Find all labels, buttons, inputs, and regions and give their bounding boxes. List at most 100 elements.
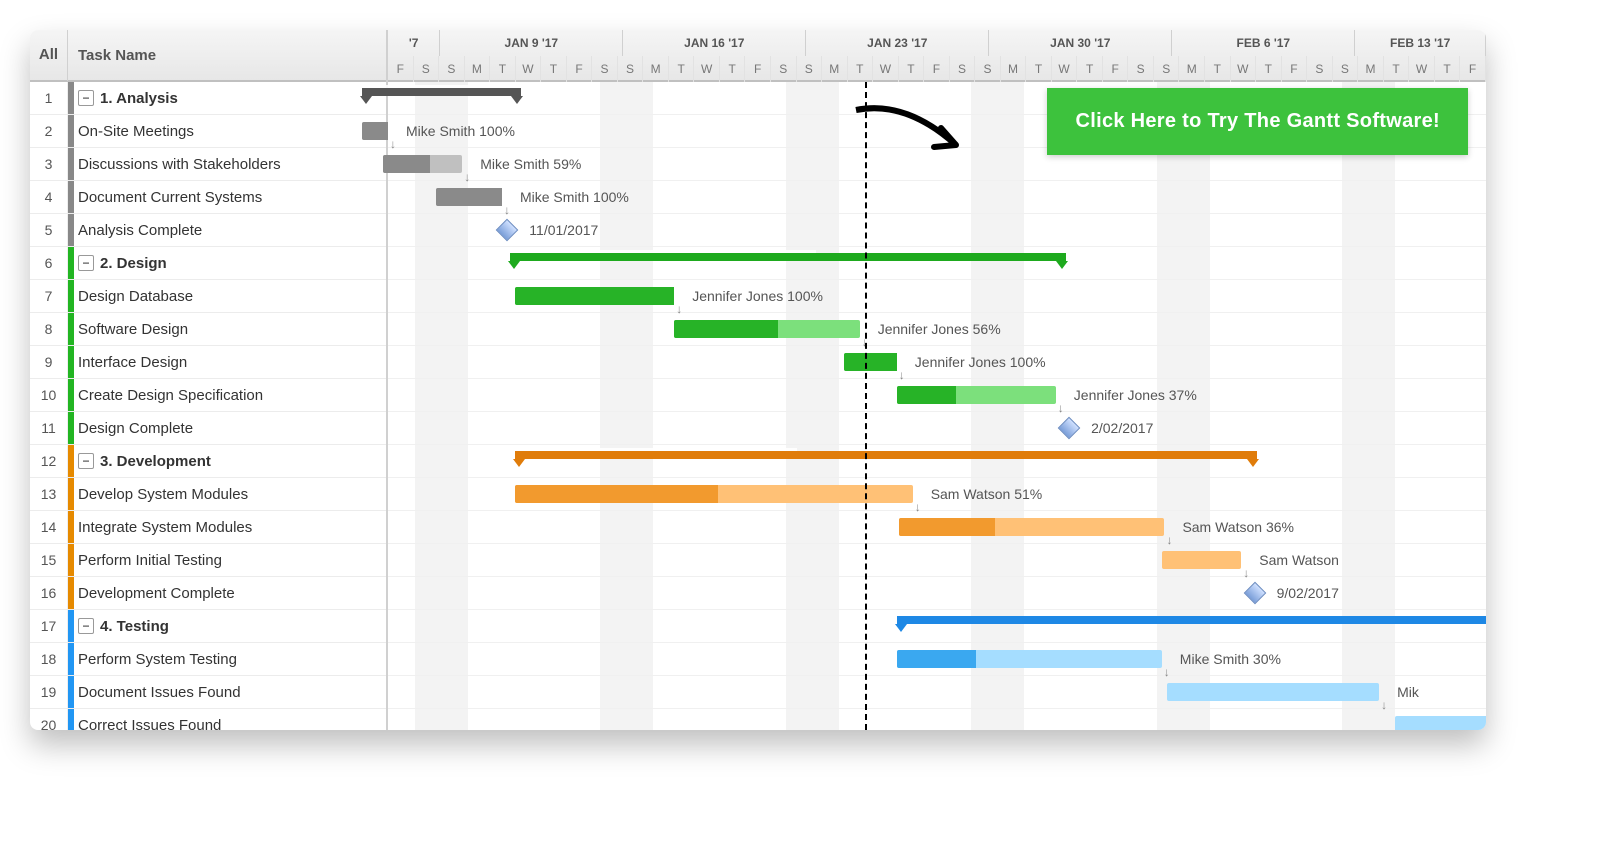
timeline-pane[interactable]: '7JAN 9 '17JAN 16 '17JAN 23 '17JAN 30 '1… (388, 30, 1486, 730)
collapse-toggle-icon[interactable]: − (78, 255, 94, 271)
summary-bar[interactable] (510, 253, 1067, 265)
day-header[interactable]: W (1409, 56, 1435, 82)
summary-bar[interactable] (897, 616, 1486, 628)
day-header[interactable]: S (950, 56, 976, 82)
milestone-diamond-icon[interactable] (1058, 417, 1081, 440)
day-header[interactable]: S (414, 56, 440, 82)
week-header[interactable]: '7 (388, 30, 440, 56)
day-header[interactable]: T (1435, 56, 1461, 82)
day-header[interactable]: T (1384, 56, 1410, 82)
milestone-diamond-icon[interactable] (496, 219, 519, 242)
week-header[interactable]: JAN 23 '17 (806, 30, 989, 56)
day-header[interactable]: S (975, 56, 1001, 82)
gantt-row[interactable] (388, 247, 1486, 280)
column-header-all[interactable]: All (30, 30, 68, 81)
day-header[interactable]: W (1052, 56, 1078, 82)
task-bar[interactable] (897, 650, 1162, 668)
day-header[interactable]: T (669, 56, 695, 82)
gantt-row[interactable]: ↓Jennifer Jones 100% (388, 280, 1486, 313)
task-row[interactable]: 7Design Database (30, 280, 386, 313)
day-header[interactable]: S (1333, 56, 1359, 82)
gantt-row[interactable]: ↓ (388, 709, 1486, 730)
week-header[interactable]: JAN 9 '17 (440, 30, 623, 56)
task-row[interactable]: 9Interface Design (30, 346, 386, 379)
task-row[interactable]: 2On-Site Meetings (30, 115, 386, 148)
task-bar[interactable] (515, 485, 913, 503)
day-header[interactable]: S (771, 56, 797, 82)
gantt-row[interactable]: ↓Sam Watson (388, 544, 1486, 577)
day-header[interactable]: T (720, 56, 746, 82)
day-header[interactable]: T (1256, 56, 1282, 82)
day-header[interactable]: T (1077, 56, 1103, 82)
day-header[interactable]: F (1282, 56, 1308, 82)
day-header[interactable]: M (1001, 56, 1027, 82)
task-row[interactable]: 17−4. Testing (30, 610, 386, 643)
milestone-diamond-icon[interactable] (1243, 582, 1266, 605)
column-header-taskname[interactable]: Task Name (68, 47, 386, 64)
day-header[interactable]: F (745, 56, 771, 82)
task-row[interactable]: 12−3. Development (30, 445, 386, 478)
gantt-row[interactable]: ↓Jennifer Jones 100% (388, 346, 1486, 379)
task-bar[interactable] (1162, 551, 1242, 569)
day-header[interactable]: S (1307, 56, 1333, 82)
task-bar[interactable] (383, 155, 463, 173)
gantt-row[interactable]: ↓Sam Watson 36% (388, 511, 1486, 544)
day-header[interactable]: T (490, 56, 516, 82)
day-header[interactable]: F (924, 56, 950, 82)
summary-bar[interactable] (362, 88, 521, 100)
day-header[interactable]: S (797, 56, 823, 82)
day-header[interactable]: T (1205, 56, 1231, 82)
day-header[interactable]: M (1358, 56, 1384, 82)
task-bar[interactable] (515, 287, 674, 305)
day-header[interactable]: W (516, 56, 542, 82)
task-bar[interactable] (362, 122, 389, 140)
task-bar[interactable] (1395, 716, 1486, 730)
day-header[interactable]: S (439, 56, 465, 82)
collapse-toggle-icon[interactable]: − (78, 453, 94, 469)
week-header[interactable]: FEB 6 '17 (1172, 30, 1355, 56)
day-header[interactable]: W (873, 56, 899, 82)
day-header[interactable]: S (618, 56, 644, 82)
gantt-row[interactable]: ↓Jennifer Jones 37% (388, 379, 1486, 412)
task-row[interactable]: 3Discussions with Stakeholders (30, 148, 386, 181)
task-row[interactable]: 19Document Issues Found (30, 676, 386, 709)
day-header[interactable]: F (1460, 56, 1486, 82)
day-header[interactable]: W (1231, 56, 1257, 82)
task-bar[interactable] (436, 188, 502, 206)
summary-bar[interactable] (515, 451, 1257, 463)
task-row[interactable]: 20Correct Issues Found (30, 709, 386, 730)
task-row[interactable]: 18Perform System Testing (30, 643, 386, 676)
task-row[interactable]: 6−2. Design (30, 247, 386, 280)
week-header[interactable]: FEB 13 '17 (1355, 30, 1486, 56)
day-header[interactable]: M (1179, 56, 1205, 82)
task-row[interactable]: 5Analysis Complete (30, 214, 386, 247)
day-header[interactable]: F (388, 56, 414, 82)
task-bar[interactable] (674, 320, 860, 338)
day-header[interactable]: F (567, 56, 593, 82)
day-header[interactable]: M (822, 56, 848, 82)
gantt-row[interactable]: ↓Jennifer Jones 56% (388, 313, 1486, 346)
gantt-row[interactable] (388, 445, 1486, 478)
gantt-row[interactable]: 11/01/2017 (388, 214, 1486, 247)
task-row[interactable]: 16Development Complete (30, 577, 386, 610)
day-header[interactable]: T (541, 56, 567, 82)
task-row[interactable]: 11Design Complete (30, 412, 386, 445)
task-row[interactable]: 13Develop System Modules (30, 478, 386, 511)
week-header[interactable]: JAN 16 '17 (623, 30, 806, 56)
task-row[interactable]: 10Create Design Specification (30, 379, 386, 412)
day-header[interactable]: F (1103, 56, 1129, 82)
task-row[interactable]: 1−1. Analysis (30, 82, 386, 115)
task-bar[interactable] (844, 353, 897, 371)
gantt-row[interactable]: ↓Mik (388, 676, 1486, 709)
task-bar[interactable] (899, 518, 1164, 536)
day-header[interactable]: M (643, 56, 669, 82)
task-row[interactable]: 4Document Current Systems (30, 181, 386, 214)
task-bar[interactable] (1167, 683, 1379, 701)
day-header[interactable]: S (1128, 56, 1154, 82)
gantt-row[interactable]: ↓Mike Smith 30% (388, 643, 1486, 676)
task-row[interactable]: 14Integrate System Modules (30, 511, 386, 544)
day-header[interactable]: T (848, 56, 874, 82)
day-header[interactable]: T (1026, 56, 1052, 82)
task-row[interactable]: 15Perform Initial Testing (30, 544, 386, 577)
day-header[interactable]: S (1154, 56, 1180, 82)
